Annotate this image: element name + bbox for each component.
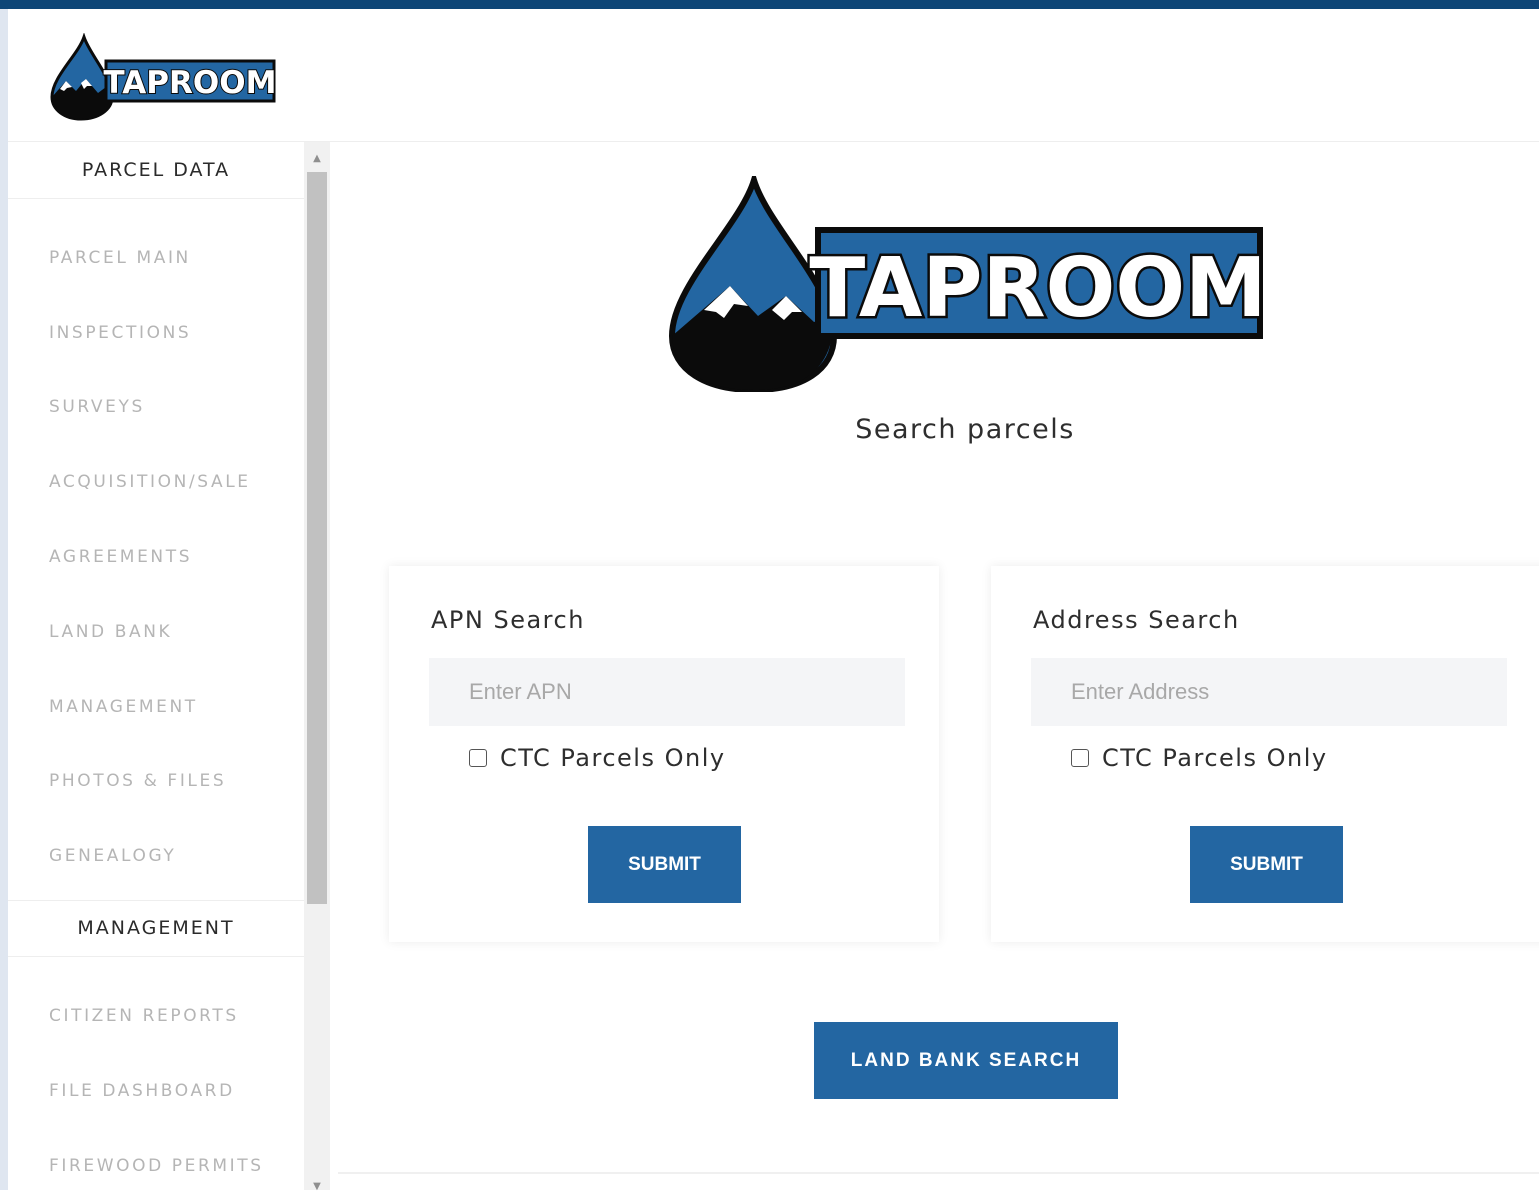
scroll-up-arrow-icon[interactable]: ▲ xyxy=(304,148,330,168)
address-search-card: Address Search CTC Parcels Only SUBMIT xyxy=(991,566,1539,942)
taproom-logo[interactable]: TAPROOM xyxy=(48,32,278,121)
sidebar-item-file-dashboard[interactable]: FILE DASHBOARD xyxy=(8,1071,304,1111)
logo-text: TAPROOM xyxy=(104,65,277,101)
header: TAPROOM xyxy=(8,9,1539,142)
window-edge xyxy=(0,9,8,1190)
apn-search-title: APN Search xyxy=(431,606,585,634)
apn-submit-button[interactable]: SUBMIT xyxy=(588,826,741,903)
sidebar-item-management[interactable]: MANAGEMENT xyxy=(8,687,304,727)
address-search-title: Address Search xyxy=(1033,606,1240,634)
sidebar-item-photos-files[interactable]: PHOTOS & FILES xyxy=(8,761,304,801)
sidebar-section-management: MANAGEMENT xyxy=(8,900,304,957)
sidebar-item-agreements[interactable]: AGREEMENTS xyxy=(8,537,304,577)
sidebar-item-acquisition-sale[interactable]: ACQUISITION/SALE xyxy=(8,462,304,502)
scroll-thumb[interactable] xyxy=(307,172,327,904)
apn-ctc-checkbox[interactable] xyxy=(469,749,487,767)
apn-ctc-checkbox-row[interactable]: CTC Parcels Only xyxy=(469,744,726,772)
sidebar-section-parcel-data: PARCEL DATA xyxy=(8,142,304,199)
address-submit-button[interactable]: SUBMIT xyxy=(1190,826,1343,903)
taproom-main-logo: TAPROOM xyxy=(668,169,1269,394)
sidebar-item-citizen-reports[interactable]: CITIZEN REPORTS xyxy=(8,996,304,1036)
sidebar-item-genealogy[interactable]: GENEALOGY xyxy=(8,836,304,876)
top-bar xyxy=(0,0,1539,9)
sidebar-item-inspections[interactable]: INSPECTIONS xyxy=(8,313,304,353)
apn-ctc-checkbox-label[interactable]: CTC Parcels Only xyxy=(500,744,726,772)
sidebar: PARCEL DATA PARCEL MAIN INSPECTIONS SURV… xyxy=(8,142,304,1190)
main-content: TAPROOM Search parcels APN Search CTC Pa… xyxy=(330,142,1539,1190)
address-ctc-checkbox-label[interactable]: CTC Parcels Only xyxy=(1102,744,1328,772)
sidebar-item-firewood-permits[interactable]: FIREWOOD PERMITS xyxy=(8,1146,304,1186)
sidebar-item-surveys[interactable]: SURVEYS xyxy=(8,387,304,427)
sidebar-item-parcel-main[interactable]: PARCEL MAIN xyxy=(8,238,304,278)
sidebar-scrollbar[interactable]: ▲ ▼ xyxy=(304,142,330,1192)
address-ctc-checkbox[interactable] xyxy=(1071,749,1089,767)
address-ctc-checkbox-row[interactable]: CTC Parcels Only xyxy=(1071,744,1328,772)
page-subtitle: Search parcels xyxy=(855,414,1075,445)
scroll-down-arrow-icon[interactable]: ▼ xyxy=(304,1176,330,1196)
main-logo-text: TAPROOM xyxy=(809,241,1264,336)
apn-search-card: APN Search CTC Parcels Only SUBMIT xyxy=(389,566,939,942)
sidebar-item-land-bank[interactable]: LAND BANK xyxy=(8,612,304,652)
address-input[interactable] xyxy=(1031,658,1507,726)
land-bank-search-button[interactable]: LAND BANK SEARCH xyxy=(814,1022,1118,1099)
divider xyxy=(338,1172,1539,1174)
apn-input[interactable] xyxy=(429,658,905,726)
